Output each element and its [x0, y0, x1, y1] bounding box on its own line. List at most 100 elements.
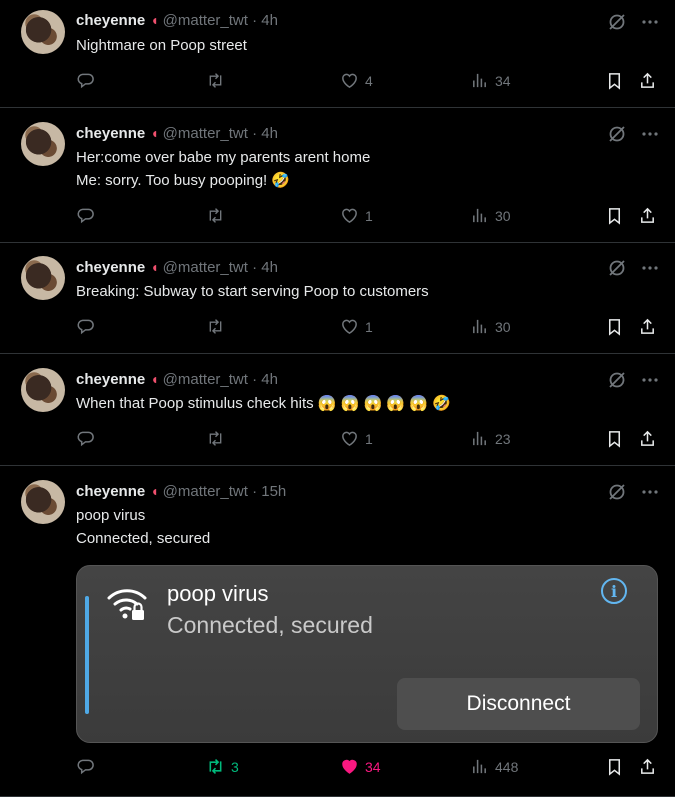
- retweet-count: 3: [231, 758, 239, 775]
- heart-icon: [342, 208, 357, 224]
- author-handle[interactable]: @matter_twt · 4h: [163, 371, 278, 388]
- heart-icon: [342, 73, 357, 89]
- retweet-button[interactable]: [206, 206, 225, 225]
- watermelon-icon: ◖: [150, 12, 159, 28]
- heart-icon: [342, 759, 357, 774]
- like-count: 1: [365, 318, 373, 335]
- tweet[interactable]: cheyenne ◖ @matter_twt · 4h When that Poop…: [0, 354, 675, 466]
- tweet-top-icons: [607, 370, 659, 390]
- reply-icon: [77, 319, 94, 335]
- share-button[interactable]: [638, 757, 657, 776]
- author-name[interactable]: cheyenne: [76, 371, 145, 388]
- bookmark-icon: [608, 73, 621, 90]
- tweet-text: When that Poop stimulus check hits 😱 😱 😱…: [76, 392, 451, 415]
- bookmark-button[interactable]: [605, 757, 624, 776]
- tweet-header: cheyenne ◖ @matter_twt · 4h: [76, 10, 278, 31]
- author-handle[interactable]: @matter_twt · 4h: [163, 125, 278, 142]
- views-button[interactable]: 448: [470, 757, 518, 776]
- bookmark-icon: [608, 319, 621, 336]
- tweet-text: poop virus Connected, secured: [76, 504, 210, 550]
- slash-circle-icon[interactable]: [607, 258, 627, 278]
- network-status: Connected, secured: [167, 612, 373, 638]
- tweet-top-icons: [607, 258, 659, 278]
- tweet-header: cheyenne ◖ @matter_twt · 15h: [76, 481, 286, 502]
- tweet-header: cheyenne ◖ @matter_twt · 4h: [76, 123, 278, 144]
- like-button[interactable]: 1: [340, 206, 373, 225]
- tweet-line: When that Poop stimulus check hits 😱 😱 😱…: [76, 395, 451, 412]
- more-icon[interactable]: [641, 13, 659, 31]
- tweet-top-icons: [607, 12, 659, 32]
- share-button[interactable]: [638, 206, 657, 225]
- author-handle[interactable]: @matter_twt · 4h: [163, 259, 278, 276]
- like-count: 4: [365, 72, 373, 89]
- tweet-actions: 4 34: [74, 71, 659, 93]
- tweet-image[interactable]: poop virus Connected, secured i Disconne…: [76, 565, 658, 743]
- like-button[interactable]: 1: [340, 429, 373, 448]
- tweet-actions: 1 30: [74, 317, 659, 339]
- reply-button[interactable]: [76, 206, 95, 225]
- more-icon[interactable]: [641, 259, 659, 277]
- slash-circle-icon[interactable]: [607, 12, 627, 32]
- retweet-button[interactable]: [206, 71, 225, 90]
- author-name[interactable]: cheyenne: [76, 12, 145, 29]
- more-icon[interactable]: [641, 125, 659, 143]
- more-icon[interactable]: [641, 371, 659, 389]
- views-button[interactable]: 30: [470, 206, 511, 225]
- like-button[interactable]: 1: [340, 317, 373, 336]
- heart-icon: [342, 319, 357, 335]
- info-icon: i: [601, 578, 627, 604]
- share-icon: [641, 318, 654, 334]
- avatar[interactable]: [21, 368, 65, 412]
- tweet-top-icons: [607, 124, 659, 144]
- watermelon-icon: ◖: [150, 483, 159, 499]
- tweet-actions: 1 30: [74, 206, 659, 228]
- bookmark-button[interactable]: [605, 206, 624, 225]
- retweet-button[interactable]: [206, 429, 225, 448]
- view-count: 34: [495, 72, 511, 89]
- retweet-button[interactable]: 3: [206, 757, 239, 776]
- author-name[interactable]: cheyenne: [76, 483, 145, 500]
- author-handle[interactable]: @matter_twt · 15h: [163, 483, 287, 500]
- views-icon: [473, 319, 486, 334]
- tweet-header: cheyenne ◖ @matter_twt · 4h: [76, 369, 278, 390]
- bookmark-button[interactable]: [605, 71, 624, 90]
- reply-button[interactable]: [76, 429, 95, 448]
- slash-circle-icon[interactable]: [607, 124, 627, 144]
- slash-circle-icon[interactable]: [607, 370, 627, 390]
- reply-button[interactable]: [76, 71, 95, 90]
- reply-button[interactable]: [76, 317, 95, 336]
- reply-icon: [77, 73, 94, 89]
- tweet[interactable]: cheyenne ◖ @matter_twt · 4h Nightmare on P…: [0, 0, 675, 108]
- avatar[interactable]: [21, 256, 65, 300]
- like-button[interactable]: 4: [340, 71, 373, 90]
- bookmark-button[interactable]: [605, 317, 624, 336]
- network-name: poop virus: [167, 581, 269, 606]
- author-handle[interactable]: @matter_twt · 4h: [163, 12, 278, 29]
- views-button[interactable]: 23: [470, 429, 511, 448]
- retweet-icon: [209, 431, 222, 446]
- heart-icon: [342, 431, 357, 447]
- slash-circle-icon[interactable]: [607, 482, 627, 502]
- views-button[interactable]: 34: [470, 71, 511, 90]
- share-button[interactable]: [638, 71, 657, 90]
- author-name[interactable]: cheyenne: [76, 125, 145, 142]
- views-button[interactable]: 30: [470, 317, 511, 336]
- like-button[interactable]: 34: [340, 757, 381, 776]
- reply-button[interactable]: [76, 757, 95, 776]
- avatar[interactable]: [21, 10, 65, 54]
- tweet[interactable]: cheyenne ◖ @matter_twt · 4h Her:come over …: [0, 108, 675, 243]
- retweet-icon: [209, 759, 222, 774]
- author-name[interactable]: cheyenne: [76, 259, 145, 276]
- more-icon[interactable]: [641, 483, 659, 501]
- avatar[interactable]: [21, 122, 65, 166]
- tweet-line: Nightmare on Poop street: [76, 37, 247, 54]
- avatar[interactable]: [21, 480, 65, 524]
- share-button[interactable]: [638, 317, 657, 336]
- view-count: 23: [495, 430, 511, 447]
- bookmark-button[interactable]: [605, 429, 624, 448]
- tweet[interactable]: cheyenne ◖ @matter_twt · 4h Breaking: Subw…: [0, 243, 675, 354]
- retweet-button[interactable]: [206, 317, 225, 336]
- tweet-actions: 1 23: [74, 429, 659, 451]
- share-button[interactable]: [638, 429, 657, 448]
- disconnect-button: Disconnect: [397, 678, 640, 730]
